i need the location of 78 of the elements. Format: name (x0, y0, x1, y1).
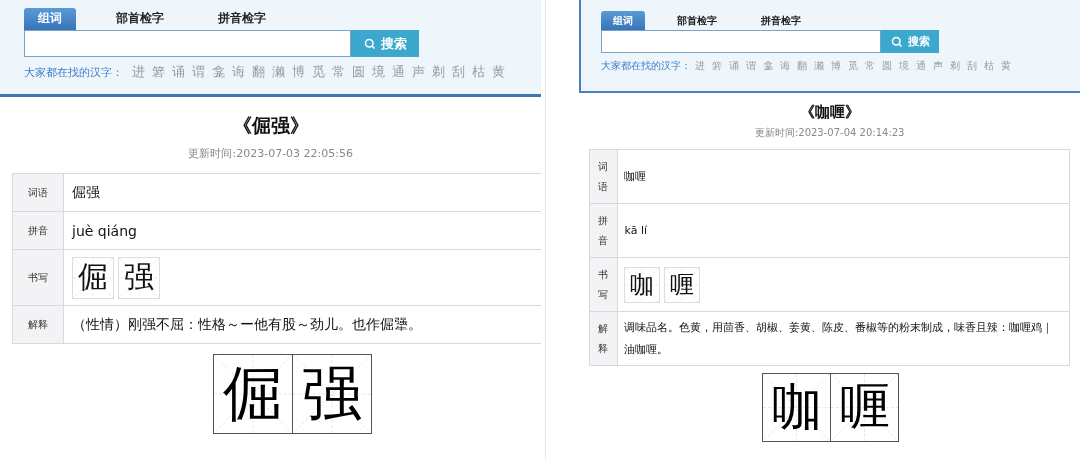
calligraphy-character: 强 (292, 355, 371, 433)
popular-character-link[interactable]: 箬 (152, 63, 165, 81)
tab[interactable]: 部首检字 (665, 11, 730, 30)
popular-label: 大家都在找的汉字： (601, 59, 692, 73)
calligraphy-character: 咖 (763, 374, 831, 441)
popular-character-link[interactable]: 圆 (352, 63, 365, 81)
popular-character-link[interactable]: 箬 (712, 59, 723, 73)
popular-character-link[interactable]: 境 (372, 63, 385, 81)
search-button[interactable]: 搜索 (881, 30, 940, 53)
popular-character-link[interactable]: 进 (695, 59, 706, 73)
popular-character-link[interactable]: 剃 (432, 63, 445, 81)
row-label: 词语 (590, 150, 619, 203)
writing-character: 咖 (624, 266, 661, 303)
popular-character-link[interactable]: 声 (412, 63, 425, 81)
row-value: kā lí (624, 222, 648, 239)
popular-character-link[interactable]: 博 (831, 59, 842, 73)
calligraphy-character: 喱 (830, 374, 899, 441)
popular-character-link[interactable]: 诲 (232, 63, 245, 81)
row-value: （性情）刚强不屈：性格～ー他有股～劲儿。也作倔犟。 (72, 315, 422, 334)
popular-character-link[interactable]: 诵 (729, 59, 740, 73)
search-icon (363, 37, 376, 50)
popular-character-link[interactable]: 濑 (814, 59, 825, 73)
popular-character-link[interactable]: 濑 (272, 63, 285, 81)
popular-character-link[interactable]: 枯 (472, 63, 485, 81)
row-label: 词语 (13, 174, 64, 211)
search-field[interactable] (601, 30, 882, 53)
popular-character-link[interactable]: 龛 (212, 63, 225, 81)
popular-character-link[interactable]: 谓 (746, 59, 757, 73)
popular-character-link[interactable]: 常 (332, 63, 345, 81)
popular-character-link[interactable]: 诲 (780, 59, 791, 73)
popular-character-link[interactable]: 境 (899, 59, 910, 73)
popular-character-link[interactable]: 剃 (950, 59, 961, 73)
update-time: 更新时间:2023-07-03 22:05:56 (187, 146, 354, 161)
row-value: 调味品名。色黄，用茴香、胡椒、姜黄、陈皮、番椒等的粉末制成，味香且辣：咖喱鸡｜油咖喱。 (624, 319, 1055, 358)
popular-character-link[interactable]: 刮 (452, 63, 465, 81)
writing-character: 喱 (664, 266, 701, 303)
row-label: 书写 (590, 258, 619, 311)
row-label: 拼音 (590, 204, 619, 257)
popular-character-link[interactable]: 圆 (882, 59, 893, 73)
word-title: 《咖喱》 (798, 103, 861, 122)
popular-character-link[interactable]: 翻 (797, 59, 808, 73)
search-icon (890, 35, 903, 48)
search-button[interactable]: 搜索 (351, 30, 419, 57)
popular-character-link[interactable]: 进 (132, 63, 145, 81)
popular-character-link[interactable]: 常 (865, 59, 876, 73)
search-field[interactable] (24, 30, 351, 57)
tab[interactable]: 部首检字 (102, 8, 178, 30)
popular-character-link[interactable]: 博 (292, 63, 305, 81)
popular-character-link[interactable]: 通 (392, 63, 405, 81)
tab[interactable]: 组词 (24, 8, 76, 30)
row-value: 倔强 (72, 183, 100, 202)
popular-character-link[interactable]: 刮 (967, 59, 978, 73)
popular-character-link[interactable]: 诵 (172, 63, 185, 81)
popular-character-link[interactable]: 声 (933, 59, 944, 73)
popular-label: 大家都在找的汉字： (24, 64, 123, 80)
tab[interactable]: 组词 (601, 11, 646, 30)
popular-character-link[interactable]: 黄 (492, 63, 505, 81)
update-time: 更新时间:2023-07-04 20:14:23 (753, 126, 906, 140)
popular-character-link[interactable]: 翻 (252, 63, 265, 81)
row-value: juè qiáng (72, 222, 137, 239)
popular-character-link[interactable]: 龛 (763, 59, 774, 73)
writing-character: 倔 (72, 256, 114, 299)
calligraphy-character: 倔 (214, 355, 292, 433)
row-label: 拼音 (13, 212, 64, 249)
row-label: 书写 (13, 250, 64, 305)
popular-character-link[interactable]: 谓 (192, 63, 205, 81)
writing-character: 强 (118, 256, 160, 299)
popular-character-link[interactable]: 觅 (848, 59, 859, 73)
word-title: 《倔强》 (231, 113, 310, 138)
row-label: 解释 (13, 306, 64, 343)
popular-character-link[interactable]: 通 (916, 59, 927, 73)
popular-character-link[interactable]: 枯 (984, 59, 995, 73)
row-value: 咖喱 (624, 168, 647, 185)
tab[interactable]: 拼音检字 (204, 8, 280, 30)
tab[interactable]: 拼音检字 (749, 11, 814, 30)
row-label: 解释 (590, 312, 619, 365)
popular-character-link[interactable]: 觅 (312, 63, 325, 81)
popular-character-link[interactable]: 黄 (1001, 59, 1012, 73)
